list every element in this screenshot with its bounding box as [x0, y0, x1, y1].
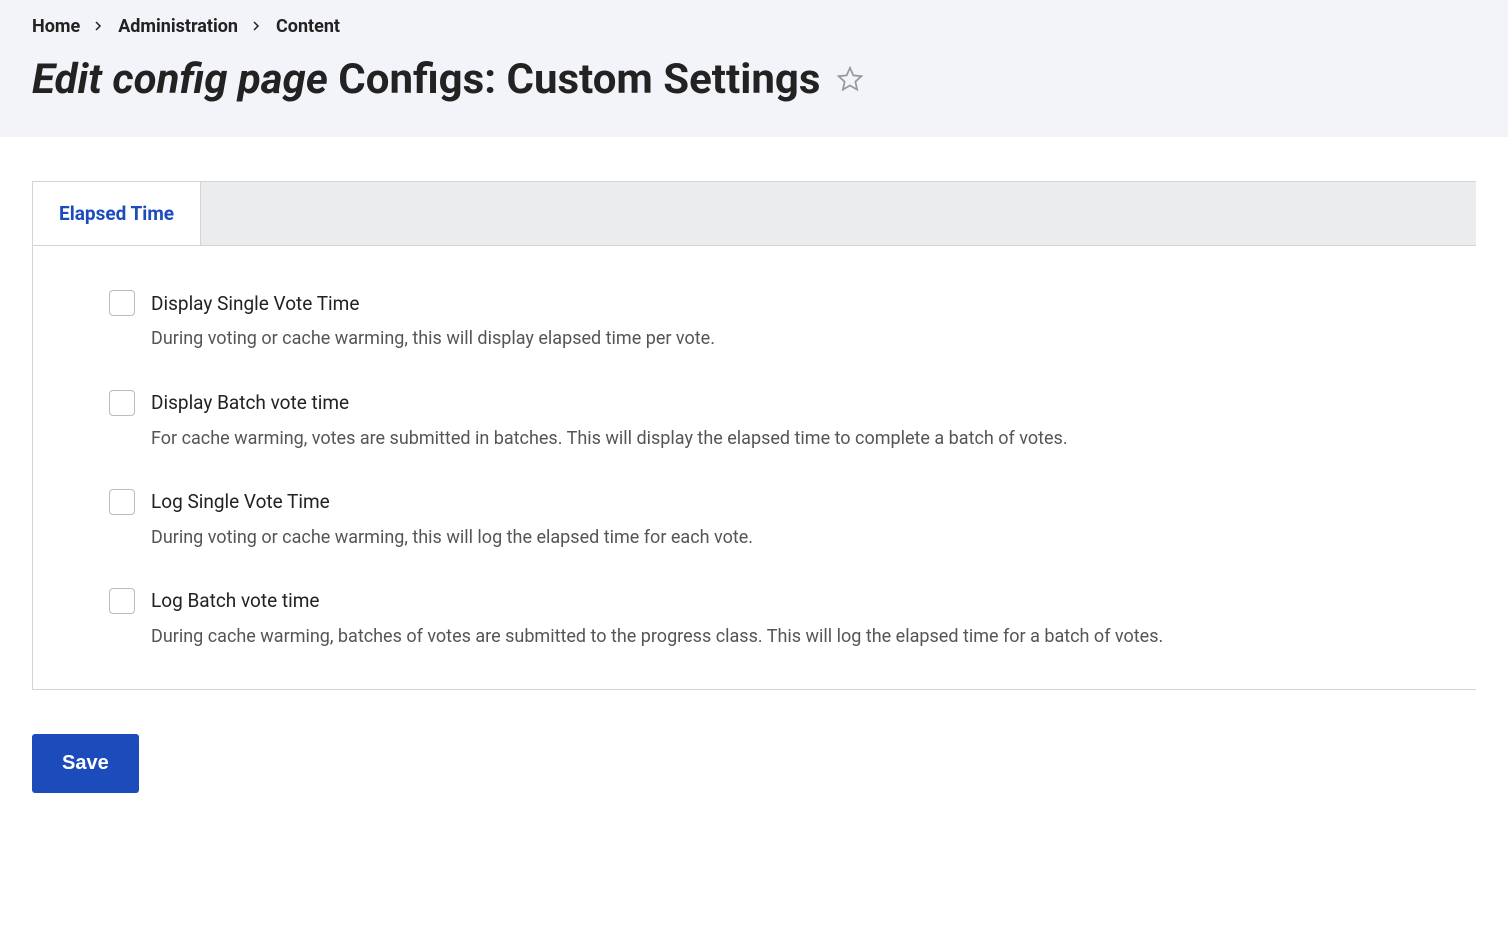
page-title-main: Configs: Custom Settings	[338, 55, 820, 104]
checkbox-label[interactable]: Display Single Vote Time	[151, 292, 359, 315]
field-description: For cache warming, votes are submitted i…	[151, 426, 1400, 451]
form-item-log-single-vote-time: Log Single Vote Time During voting or ca…	[109, 489, 1400, 550]
form-item-log-batch-vote-time: Log Batch vote time During cache warming…	[109, 588, 1400, 649]
chevron-right-icon	[94, 19, 104, 35]
checkbox-label[interactable]: Display Batch vote time	[151, 391, 349, 414]
tabs-header: Elapsed Time	[33, 182, 1476, 246]
breadcrumb-link-content[interactable]: Content	[276, 16, 340, 37]
form-actions: Save	[32, 734, 1476, 793]
checkbox-log-batch-vote-time[interactable]	[109, 588, 135, 614]
checkbox-label[interactable]: Log Batch vote time	[151, 589, 319, 612]
field-description: During voting or cache warming, this wil…	[151, 525, 1400, 550]
breadcrumb: Home Administration Content	[32, 16, 1476, 37]
chevron-right-icon	[252, 19, 262, 35]
checkbox-display-batch-vote-time[interactable]	[109, 390, 135, 416]
checkbox-label[interactable]: Log Single Vote Time	[151, 490, 330, 513]
form-item-display-batch-vote-time: Display Batch vote time For cache warmin…	[109, 390, 1400, 451]
page-title: Edit config page Configs: Custom Setting…	[32, 55, 1476, 105]
content-region: Elapsed Time Display Single Vote Time Du…	[0, 137, 1508, 833]
tab-elapsed-time[interactable]: Elapsed Time	[33, 182, 201, 245]
tab-content: Display Single Vote Time During voting o…	[33, 246, 1476, 689]
breadcrumb-link-administration[interactable]: Administration	[118, 16, 238, 37]
header-region: Home Administration Content Edit config …	[0, 0, 1508, 137]
field-description: During cache warming, batches of votes a…	[151, 624, 1400, 649]
star-icon[interactable]	[836, 55, 864, 105]
breadcrumb-link-home[interactable]: Home	[32, 16, 80, 37]
field-description: During voting or cache warming, this wil…	[151, 326, 1400, 351]
page-title-prefix: Edit config page	[32, 55, 328, 104]
checkbox-log-single-vote-time[interactable]	[109, 489, 135, 515]
tabs-wrapper: Elapsed Time Display Single Vote Time Du…	[32, 181, 1476, 690]
checkbox-display-single-vote-time[interactable]	[109, 290, 135, 316]
form-item-display-single-vote-time: Display Single Vote Time During voting o…	[109, 290, 1400, 351]
save-button[interactable]: Save	[32, 734, 139, 793]
